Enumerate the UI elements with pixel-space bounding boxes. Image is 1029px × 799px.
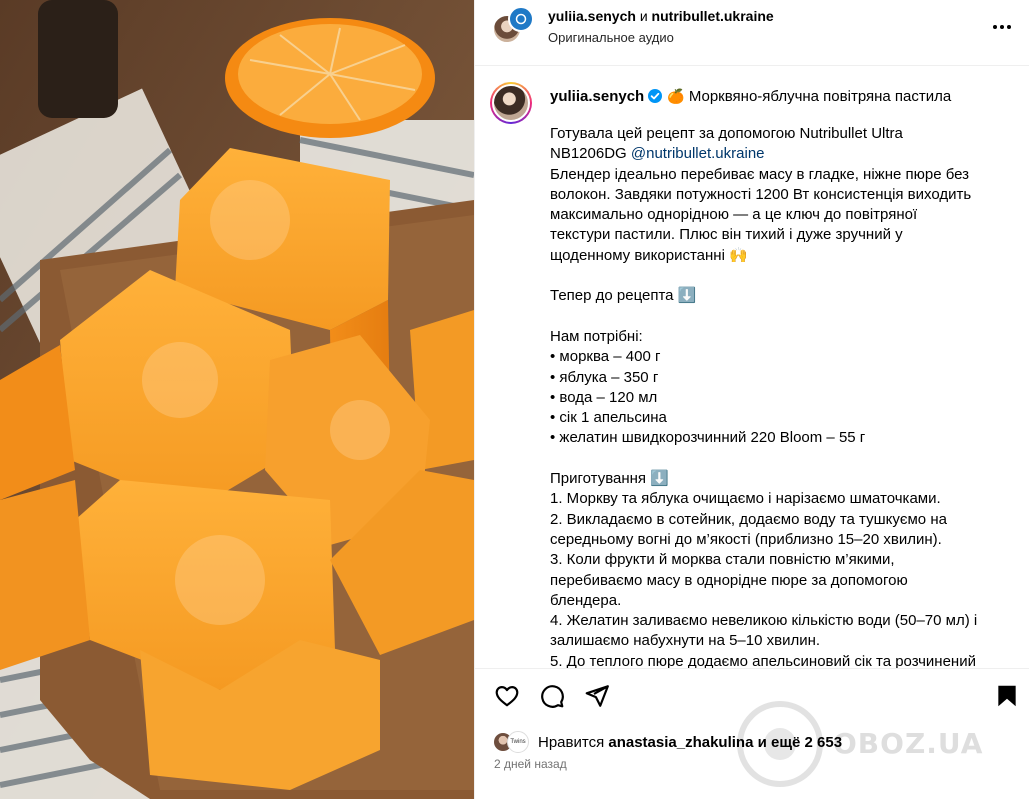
liker-username[interactable]: anastasia_zhakulina bbox=[608, 734, 753, 751]
liker-avatar-2[interactable]: Twins bbox=[507, 731, 529, 753]
caption-scroll-area[interactable]: yuliia.senych 🍊 Морквяно-яблучна повітрян… bbox=[475, 66, 1029, 668]
pastila-photo bbox=[0, 0, 474, 799]
mention-link[interactable]: @nutribullet.ukraine bbox=[631, 145, 765, 162]
caption-username[interactable]: yuliia.senych bbox=[550, 88, 644, 105]
collab-avatar[interactable] bbox=[508, 6, 534, 32]
bookmark-icon[interactable] bbox=[994, 683, 1020, 709]
caption-heading: yuliia.senych 🍊 Морквяно-яблучна повітрян… bbox=[550, 86, 951, 107]
collab-author-link[interactable]: nutribullet.ukraine bbox=[652, 8, 774, 24]
caption-body: Блендер ідеально перебиває масу в гладке… bbox=[550, 165, 978, 668]
likes-prefix: Нравится bbox=[538, 734, 609, 751]
caption-avatar[interactable] bbox=[490, 82, 532, 124]
verified-badge-icon bbox=[648, 89, 663, 103]
more-options-icon[interactable] bbox=[990, 15, 1014, 39]
post-details-panel: yuliia.senych и nutribullet.ukraine Ориг… bbox=[474, 0, 1029, 799]
original-audio-link[interactable]: Оригинальное аудио bbox=[548, 30, 674, 45]
post-timestamp[interactable]: 2 дней назад bbox=[494, 757, 567, 771]
like-heart-icon[interactable] bbox=[494, 683, 520, 709]
author-joiner: и bbox=[639, 8, 648, 24]
blender-logo-icon bbox=[515, 13, 527, 25]
likes-text: Нравится anastasia_zhakulina и ещё 2 653 bbox=[538, 734, 842, 751]
orange-emoji: 🍊 bbox=[667, 88, 685, 104]
share-icon[interactable] bbox=[584, 683, 610, 709]
comment-icon[interactable] bbox=[539, 683, 565, 709]
likes-summary[interactable]: Twins Нравится anastasia_zhakulina и ещё… bbox=[492, 729, 1012, 755]
post-header: yuliia.senych и nutribullet.ukraine Ориг… bbox=[475, 0, 1029, 66]
caption-title: Морквяно-яблучна повітряна пастила bbox=[688, 88, 952, 105]
post-actions: OBOZ.UA Twins Нравится anastasia_zhakuli… bbox=[475, 668, 1029, 799]
author-link[interactable]: yuliia.senych bbox=[548, 8, 636, 24]
collab-avatars[interactable] bbox=[492, 6, 534, 46]
caption-text: Готувала цей рецепт за допомогою Nutribu… bbox=[550, 124, 1020, 668]
post-authors: yuliia.senych и nutribullet.ukraine bbox=[548, 8, 774, 24]
post-image[interactable] bbox=[0, 0, 474, 799]
likes-count[interactable]: и ещё 2 653 bbox=[753, 734, 842, 751]
